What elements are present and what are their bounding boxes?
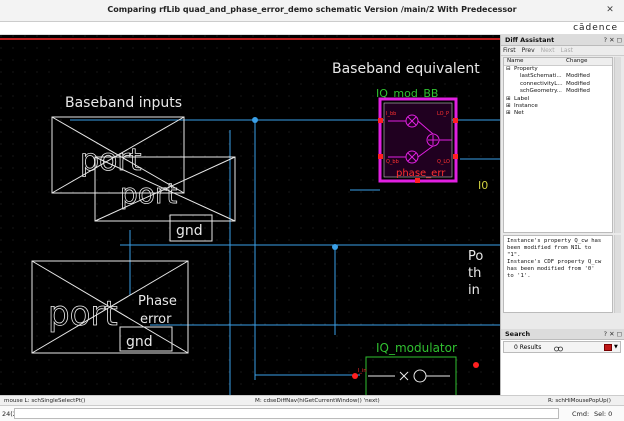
tree-item-change: Modified: [566, 88, 590, 95]
label-iq-modulator: IQ_modulator: [376, 341, 457, 355]
pin-label-qbb: Q_bb: [386, 159, 399, 165]
prev-button[interactable]: Prev: [522, 47, 535, 54]
menu-bar: cādence: [0, 22, 624, 35]
message-line: Instance's CDF property Q_cw: [507, 259, 602, 265]
pin-label-qlo: Q_LO: [437, 159, 450, 165]
tree-item-label: connectivityL...: [520, 80, 563, 87]
tree-row[interactable]: schGeometry... Modified: [504, 88, 612, 95]
search-binoculars-icon[interactable]: [554, 344, 563, 352]
expand-icon[interactable]: ⊞: [506, 103, 511, 109]
iq-modulator-out-pin: [473, 362, 479, 368]
tree-item-label: Property: [514, 66, 538, 72]
message-line: has been modified from '0': [507, 266, 595, 272]
tree-row-label[interactable]: ⊞ Label: [504, 96, 612, 103]
column-name[interactable]: Name: [507, 58, 524, 64]
tree-item-label: Instance: [514, 102, 538, 109]
title-bar: Comparing rfLib quad_and_phase_error_dem…: [0, 0, 624, 22]
port-label-3: port: [48, 294, 118, 334]
tree-scrollbar[interactable]: [614, 57, 621, 233]
first-button[interactable]: First: [503, 47, 516, 54]
port-label-1: port: [80, 143, 142, 178]
column-change[interactable]: Change: [566, 58, 587, 64]
tree-item-label: Net: [514, 110, 524, 117]
search-panel: Search ? ✕ ◻ 0 Results ▼: [501, 329, 624, 395]
port-label-2: port: [120, 177, 177, 210]
schematic-canvas[interactable]: Baseband inputs port port gnd port Phase…: [0, 35, 500, 395]
label-phase-err: phase_err: [396, 168, 446, 179]
window-title: Comparing rfLib quad_and_phase_error_dem…: [107, 5, 517, 14]
tree-row-net[interactable]: ⊞ Net: [504, 110, 612, 117]
last-button[interactable]: Last: [560, 47, 573, 54]
next-button[interactable]: Next: [541, 47, 555, 54]
dropdown-arrow-icon[interactable]: ▼: [614, 342, 618, 353]
status-bar: mouse L: schSingleSelectPt() M: cdseDiff…: [0, 395, 624, 405]
iq-modulator-pin: [352, 373, 358, 379]
label-i0: I0: [478, 179, 488, 192]
diff-assistant-window-controls[interactable]: ? ✕ ◻: [604, 35, 622, 46]
wire-junction: [332, 244, 338, 250]
search-title: Search: [505, 330, 531, 338]
tree-row[interactable]: lastSchemati... Modified: [504, 73, 612, 80]
label-in: in: [468, 283, 480, 298]
label-phase: Phase: [138, 294, 177, 309]
tree-item-change: Modified: [566, 80, 590, 87]
diff-tree[interactable]: Name Change ⊟ Property lastSchemati... M…: [503, 57, 613, 233]
diff-message-area: Instance's property Q_cw has been modifi…: [503, 235, 613, 313]
tree-row-instance[interactable]: ⊞ Instance: [504, 103, 612, 110]
command-bar: 24(29) Cmd: Sel: 0: [0, 405, 624, 421]
message-line: been modified from NIL to: [507, 245, 592, 251]
pin-label-lin: I_in: [358, 368, 367, 374]
label-po: Po: [468, 249, 483, 264]
tree-item-label: lastSchemati...: [520, 73, 562, 80]
gnd-label-top: gnd: [176, 223, 203, 239]
expand-icon[interactable]: ⊞: [506, 110, 511, 116]
pin-label-ibb: I_bb: [386, 111, 396, 117]
search-results-count: 0 Results: [514, 344, 542, 351]
label-baseband-equivalent: Baseband equivalent: [332, 61, 480, 77]
search-window-controls[interactable]: ? ✕ ◻: [604, 329, 622, 340]
search-color-button[interactable]: [604, 344, 612, 351]
message-line: Instance's property Q_cw has: [507, 238, 602, 244]
wire-junction: [252, 117, 258, 123]
collapse-icon[interactable]: ⊟: [506, 66, 511, 72]
diff-tree-header: Name Change: [504, 58, 612, 66]
tree-item-label: schGeometry...: [520, 88, 562, 95]
label-error: error: [140, 312, 172, 327]
cmd-label: Cmd:: [572, 410, 590, 418]
label-th: th: [468, 266, 481, 281]
side-panel: Diff Assistant ? ✕ ◻ First Prev Next Las…: [500, 35, 624, 395]
tree-row-property[interactable]: ⊟ Property: [504, 66, 612, 73]
diff-assistant-header: Diff Assistant ? ✕ ◻: [501, 35, 624, 46]
pin-label-lop: LO_P: [437, 111, 449, 117]
label-baseband-inputs: Baseband inputs: [65, 95, 182, 111]
command-input[interactable]: [14, 408, 559, 419]
diff-assistant-title: Diff Assistant: [505, 36, 555, 44]
tree-item-change: Modified: [566, 73, 590, 80]
message-line: "1".: [507, 252, 521, 258]
tree-item-label: Label: [514, 95, 530, 102]
diff-assistant-toolbar: First Prev Next Last: [501, 46, 624, 56]
tree-row[interactable]: connectivityL... Modified: [504, 81, 612, 88]
message-scrollbar[interactable]: [614, 235, 621, 313]
schematic-drawing[interactable]: Baseband inputs port port gnd port Phase…: [0, 35, 500, 395]
gnd-label-bottom: gnd: [126, 334, 153, 350]
search-toolbar: 0 Results ▼: [503, 341, 621, 353]
close-icon[interactable]: ✕: [604, 4, 616, 16]
expand-icon[interactable]: ⊞: [506, 96, 511, 102]
search-header: Search ? ✕ ◻: [501, 329, 624, 340]
cadence-logo: cādence: [573, 23, 618, 33]
selection-count: Sel: 0: [594, 410, 613, 418]
message-line: to '1'.: [507, 273, 531, 279]
